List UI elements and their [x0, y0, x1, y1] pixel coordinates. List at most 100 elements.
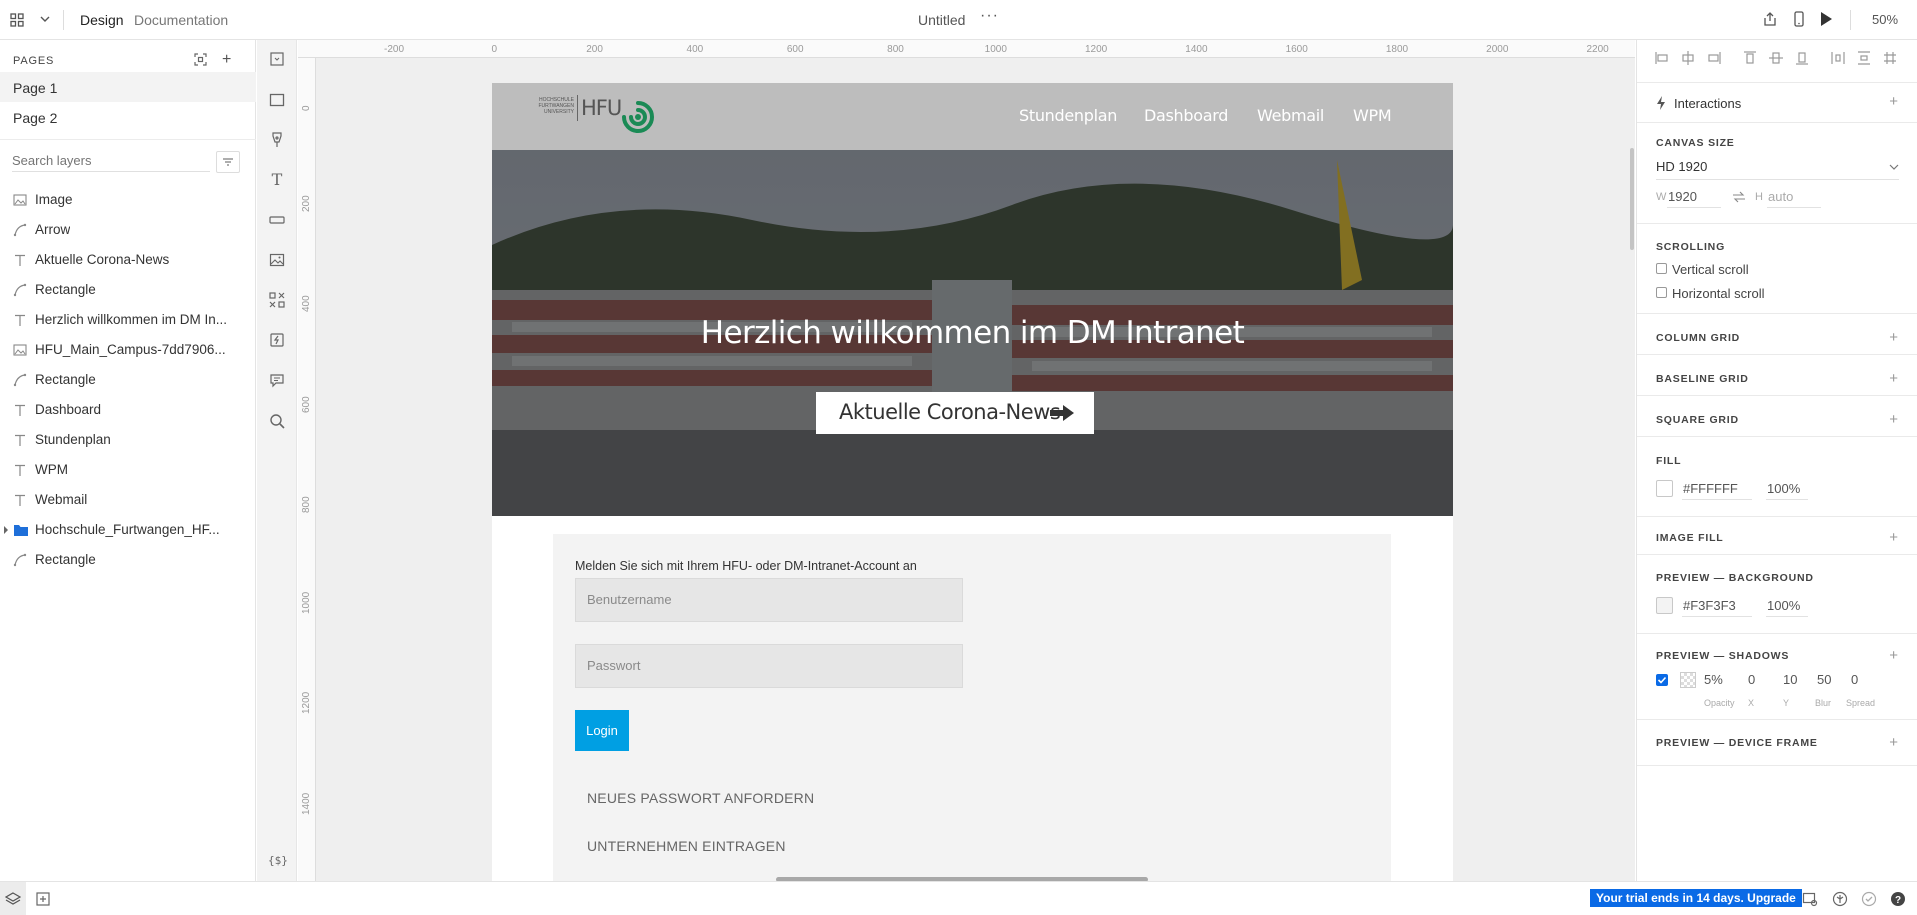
chevron-down-icon[interactable] [40, 13, 50, 25]
align-top-icon[interactable] [1742, 50, 1758, 66]
embed-tool-icon[interactable] [268, 331, 286, 349]
help-icon[interactable]: ? [1890, 891, 1906, 907]
image-fill-header[interactable]: IMAGE FILL [1656, 532, 1724, 544]
preview-background-color[interactable]: #F3F3F3 [1683, 598, 1736, 613]
page-item-1[interactable]: Page 1 [0, 72, 256, 102]
align-middle-icon[interactable] [1768, 50, 1784, 66]
shadow-enabled-checkbox[interactable] [1656, 674, 1668, 686]
link-dimensions-icon[interactable] [1732, 191, 1746, 203]
rectangle-tool-icon[interactable] [268, 91, 286, 109]
text-tool-icon[interactable]: T [268, 171, 286, 189]
forgot-password-link[interactable]: NEUES PASSWORT ANFORDERN [587, 790, 814, 806]
nav-link-wpm[interactable]: WPM [1353, 106, 1392, 125]
nav-link-dashboard[interactable]: Dashboard [1144, 106, 1228, 125]
preview-background-swatch[interactable] [1656, 597, 1673, 614]
align-bottom-icon[interactable] [1794, 50, 1810, 66]
button-tool-icon[interactable] [268, 211, 286, 229]
vertical-scroll-checkbox[interactable] [1656, 263, 1667, 274]
layer-item[interactable]: WPM [0, 455, 256, 485]
password-field[interactable]: Passwort [575, 644, 963, 688]
tab-design[interactable]: Design [80, 12, 124, 28]
add-column-grid-icon[interactable]: + [1889, 329, 1898, 346]
layer-item[interactable]: Hochschule_Furtwangen_HF... [0, 515, 256, 545]
fill-opacity-value[interactable]: 100% [1767, 481, 1800, 496]
fit-pages-icon[interactable] [194, 53, 207, 66]
grid-apps-icon[interactable] [10, 13, 24, 27]
layers-toggle[interactable] [0, 882, 26, 915]
align-left-icon[interactable] [1654, 50, 1670, 66]
layer-item[interactable]: HFU_Main_Campus-7dd7906... [0, 335, 256, 365]
shadow-opacity-value[interactable]: 5% [1704, 672, 1723, 687]
tab-documentation[interactable]: Documentation [134, 12, 228, 28]
register-company-link[interactable]: UNTERNEHMEN EINTRAGEN [587, 838, 786, 854]
pen-tool-icon[interactable] [268, 131, 286, 149]
layer-item[interactable]: Herzlich willkommen im DM In... [0, 305, 256, 335]
accessibility-icon[interactable] [1832, 891, 1848, 907]
login-button[interactable]: Login [575, 710, 629, 751]
layer-item[interactable]: Webmail [0, 485, 256, 515]
search-icon[interactable] [268, 412, 286, 430]
add-square-grid-icon[interactable]: + [1889, 411, 1898, 428]
settings-icon[interactable] [1802, 891, 1818, 907]
layer-item[interactable]: Aktuelle Corona-News [0, 245, 256, 275]
layer-item[interactable]: Stundenplan [0, 425, 256, 455]
vertical-scroll-label[interactable]: Vertical scroll [1672, 262, 1749, 277]
distribute-horizontal-icon[interactable] [1830, 50, 1846, 66]
add-interaction-icon[interactable]: + [1889, 93, 1898, 110]
page-item-2[interactable]: Page 2 [0, 102, 256, 132]
share-icon[interactable] [1762, 11, 1778, 27]
design-canvas[interactable]: -200 0 200 400 600 800 1000 1200 1400 1600 1800 200… [298, 40, 1635, 881]
expand-caret-icon[interactable] [3, 526, 9, 534]
check-status-icon[interactable] [1861, 891, 1877, 907]
layer-item[interactable]: Rectangle [0, 365, 256, 395]
add-baseline-grid-icon[interactable]: + [1889, 370, 1898, 387]
shadow-blur-value[interactable]: 50 [1817, 672, 1831, 687]
layer-item[interactable]: Image [0, 185, 256, 215]
preview-background-opacity[interactable]: 100% [1767, 598, 1800, 613]
layer-item[interactable]: Rectangle [0, 545, 256, 575]
canvas-size-preset[interactable]: HD 1920 [1656, 159, 1707, 174]
layer-item[interactable]: Dashboard [0, 395, 256, 425]
shadow-color-swatch[interactable] [1680, 672, 1696, 688]
nav-link-stundenplan[interactable]: Stundenplan [1019, 106, 1117, 125]
layer-item[interactable]: Arrow [0, 215, 256, 245]
shadow-y-value[interactable]: 10 [1783, 672, 1797, 687]
add-image-fill-icon[interactable]: + [1889, 529, 1898, 546]
align-center-icon[interactable] [1680, 50, 1696, 66]
shadow-x-value[interactable]: 0 [1748, 672, 1755, 687]
fill-swatch[interactable] [1656, 480, 1673, 497]
device-preview-icon[interactable] [1792, 11, 1806, 27]
corona-news-button[interactable]: Aktuelle Corona-News [816, 392, 1094, 434]
height-value[interactable]: auto [1768, 189, 1793, 204]
artboard-tool-icon[interactable] [268, 50, 286, 68]
baseline-grid-header[interactable]: BASELINE GRID [1656, 373, 1749, 385]
horizontal-scroll-label[interactable]: Horizontal scroll [1672, 286, 1764, 301]
interactions-label[interactable]: Interactions [1674, 96, 1741, 111]
filter-icon[interactable] [216, 151, 240, 173]
more-options-icon[interactable]: ··· [980, 7, 999, 25]
variables-icon[interactable]: {$} [268, 852, 288, 870]
document-title[interactable]: Untitled [918, 12, 965, 28]
width-value[interactable]: 1920 [1668, 189, 1697, 204]
chevron-down-icon[interactable] [1889, 163, 1899, 171]
add-shadow-icon[interactable]: + [1889, 647, 1898, 664]
add-device-frame-icon[interactable]: + [1889, 734, 1898, 751]
layer-item[interactable]: Rectangle [0, 275, 256, 305]
assets-icon[interactable] [35, 891, 51, 907]
component-tool-icon[interactable] [268, 291, 286, 309]
horizontal-scroll-checkbox[interactable] [1656, 287, 1667, 298]
align-right-icon[interactable] [1706, 50, 1722, 66]
shadow-spread-value[interactable]: 0 [1851, 672, 1858, 687]
add-page-icon[interactable]: + [222, 51, 231, 69]
nav-link-webmail[interactable]: Webmail [1257, 106, 1324, 125]
username-field[interactable]: Benutzername [575, 578, 963, 622]
image-tool-icon[interactable] [268, 251, 286, 269]
preview-device-frame-header[interactable]: PREVIEW — DEVICE FRAME [1656, 737, 1818, 749]
play-icon[interactable] [1819, 11, 1833, 27]
grid-layout-icon[interactable] [1882, 50, 1898, 66]
comment-tool-icon[interactable] [268, 371, 286, 389]
trial-upgrade-banner[interactable]: Your trial ends in 14 days. Upgrade [1590, 889, 1802, 907]
fill-color-value[interactable]: #FFFFFF [1683, 481, 1738, 496]
vertical-scrollbar[interactable] [1630, 148, 1634, 250]
zoom-level[interactable]: 50% [1872, 12, 1898, 27]
